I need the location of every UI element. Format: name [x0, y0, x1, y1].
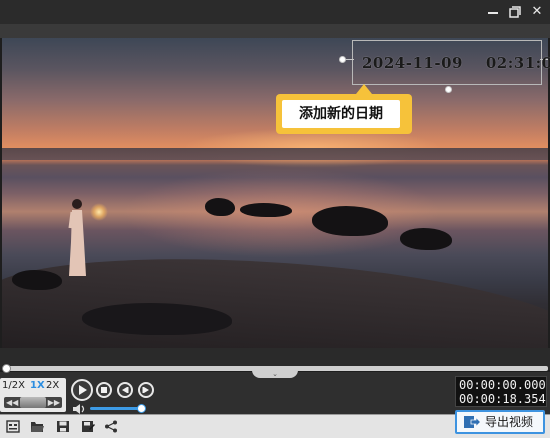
stop-icon [101, 387, 107, 393]
time-display: 00:00:00.000 00:00:18.354 [455, 376, 547, 407]
next-frame-button[interactable] [138, 382, 154, 398]
save-icon[interactable] [56, 420, 70, 433]
volume-thumb[interactable] [137, 404, 146, 413]
save-as-icon[interactable] [81, 420, 95, 433]
speed-1x[interactable]: 1X [30, 380, 45, 391]
rock [205, 198, 235, 216]
rock [240, 203, 292, 217]
jog-rewind-icon[interactable]: ◀◀ [6, 397, 18, 408]
timestamp-gap [463, 54, 486, 72]
jog-forward-icon[interactable]: ▶▶ [48, 397, 60, 408]
tooltip-text: 添加新的日期 [282, 100, 400, 128]
subtitle-icon[interactable] [6, 420, 20, 433]
resize-handle-bottom[interactable] [445, 86, 452, 93]
timestamp-date: 2024-11-09 [362, 54, 463, 72]
volume-slider[interactable] [90, 407, 142, 410]
jog-shuttle[interactable]: ◀◀ ▶▶ [4, 397, 62, 408]
restore-icon[interactable] [504, 0, 526, 24]
current-time: 00:00:00.000 [459, 378, 546, 392]
speed-half[interactable]: 1/2X [2, 380, 25, 391]
person-silhouette [68, 199, 86, 276]
close-icon[interactable]: ✕ [526, 0, 548, 24]
next-frame-icon [142, 387, 149, 393]
play-button[interactable] [71, 379, 93, 401]
sparkler-glow [90, 203, 108, 221]
rock [12, 270, 62, 290]
open-folder-icon[interactable] [30, 420, 44, 433]
jog-knob[interactable] [20, 397, 46, 408]
title-bar [0, 0, 550, 24]
resize-handle-left[interactable] [339, 56, 346, 63]
prev-frame-button[interactable] [117, 382, 133, 398]
collapse-toggle[interactable]: ⌄ [252, 370, 298, 378]
prev-frame-icon [122, 387, 129, 393]
top-strip [0, 24, 550, 38]
timestamp-overlay: 2024-11-09 02:31:00 [362, 54, 550, 72]
total-time: 00:00:18.354 [459, 392, 546, 406]
stop-button[interactable] [96, 382, 112, 398]
foreground-rock [82, 303, 232, 335]
export-video-button[interactable]: 导出视频 [455, 410, 545, 434]
tooltip-arrow [356, 84, 372, 94]
rock [400, 228, 452, 250]
export-label: 导出视频 [485, 415, 534, 429]
horizon-line [2, 148, 548, 160]
speed-2x[interactable]: 2X [46, 380, 59, 391]
timestamp-time: 02:31:00 [485, 54, 550, 72]
export-icon [464, 416, 481, 428]
share-icon[interactable] [104, 420, 118, 433]
rock [312, 206, 388, 236]
seek-thumb[interactable] [2, 364, 11, 373]
minimize-icon[interactable] [482, 0, 504, 24]
play-icon [79, 385, 87, 395]
